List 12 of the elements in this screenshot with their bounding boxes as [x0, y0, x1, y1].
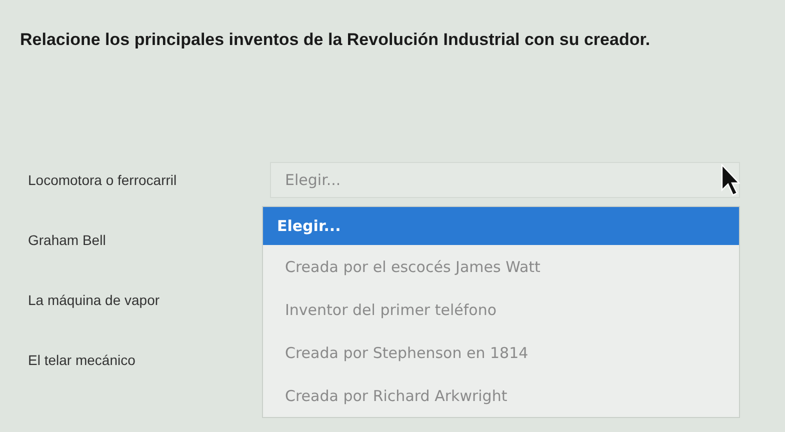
row-label: El telar mecánico: [27, 352, 136, 368]
cursor-icon: [720, 164, 740, 196]
row-label: Locomotora o ferrocarril: [27, 172, 178, 188]
question-text: Relacione los principales inventos de la Revolución Industrial con su creador.: [20, 30, 652, 50]
row-label: La máquina de vapor: [27, 292, 161, 308]
dropdown-select[interactable]: Elegir...: [270, 162, 740, 198]
dropdown-option[interactable]: Creada por el escocés James Watt: [263, 245, 739, 288]
dropdown-option[interactable]: Creada por Richard Arkwright: [263, 374, 739, 417]
dropdown-option[interactable]: Creada por Stephenson en 1814: [263, 331, 739, 374]
row-label: Graham Bell: [27, 232, 107, 248]
dropdown-option[interactable]: Elegir...: [263, 207, 739, 245]
dropdown-option[interactable]: Inventor del primer teléfono: [263, 288, 739, 331]
